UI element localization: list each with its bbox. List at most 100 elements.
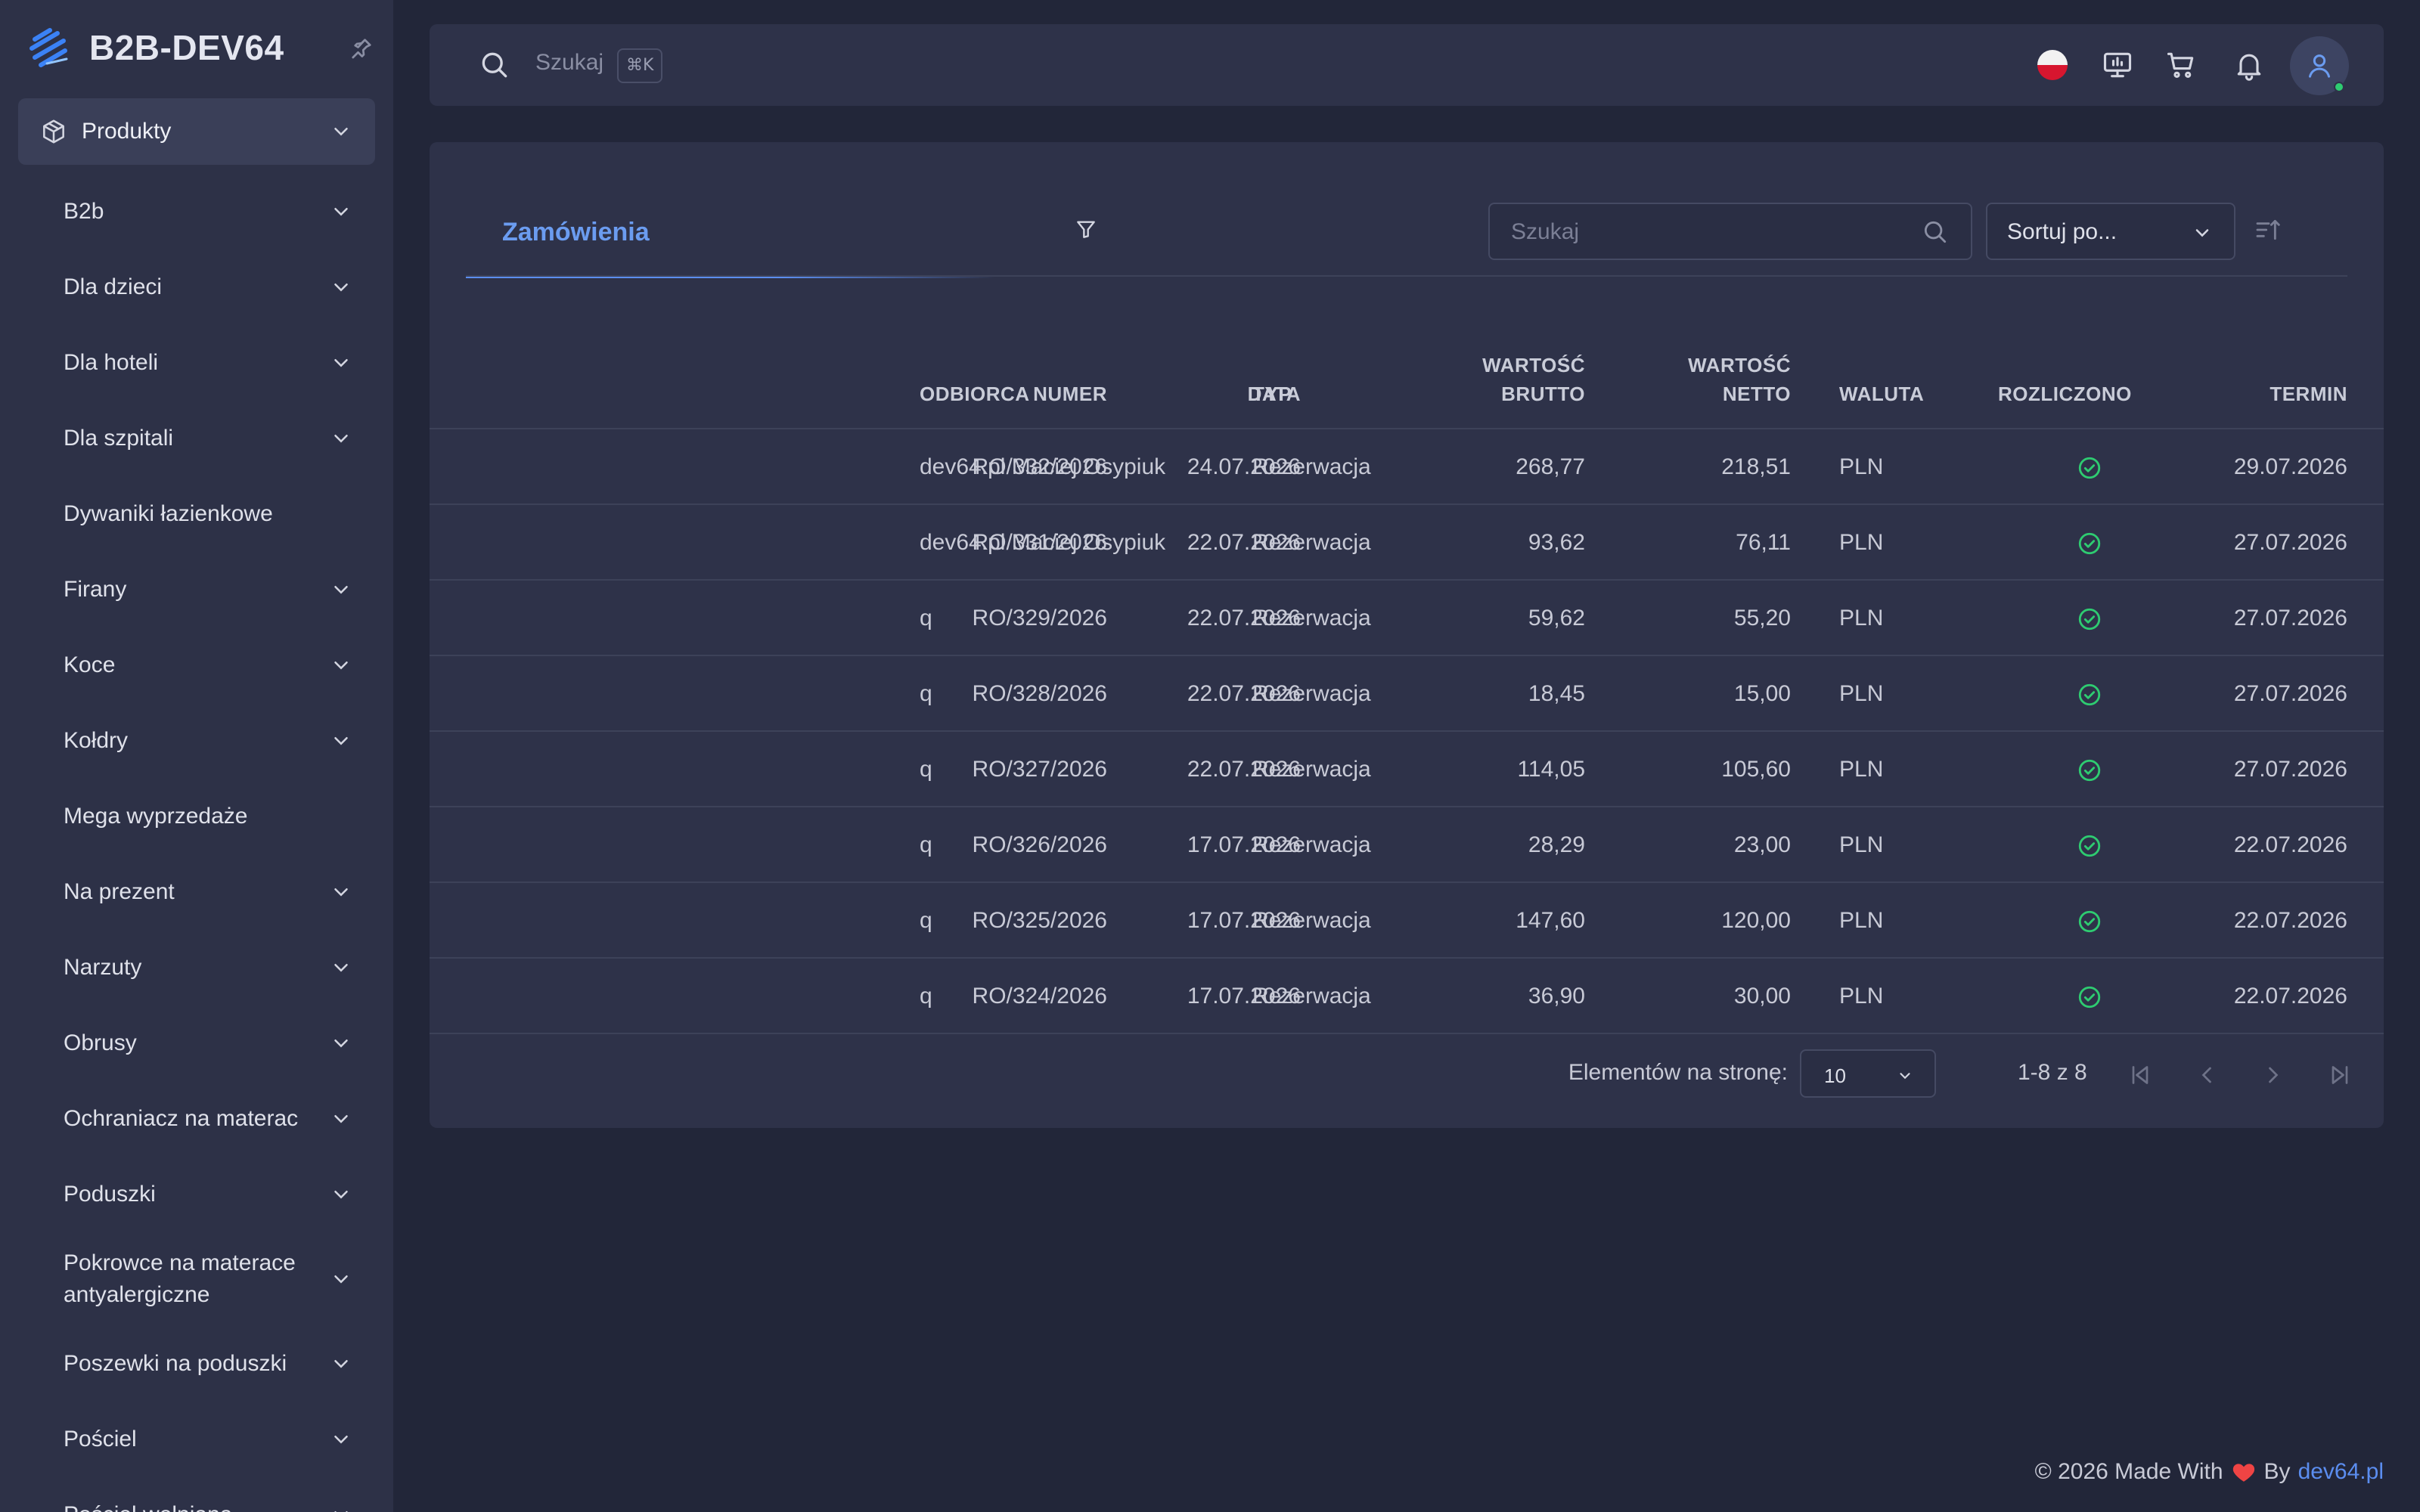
col-header-netto[interactable]: WARTOŚĆ NETTO (1688, 351, 1791, 408)
language-flag-icon[interactable] (2037, 50, 2068, 80)
col-header-odbiorca[interactable]: ODBIORCA (920, 380, 1030, 408)
user-avatar[interactable] (2290, 36, 2349, 95)
cell-brutto: 28,29 (1528, 832, 1585, 857)
monitor-icon[interactable] (2101, 48, 2134, 82)
cell-waluta: PLN (1839, 530, 1884, 555)
sort-direction-icon[interactable] (2254, 215, 2284, 245)
sidebar-item-dla-hoteli[interactable]: Dla hoteli (18, 325, 375, 401)
col-header-typ[interactable]: TYP (1252, 380, 1292, 408)
sidebar-item-label: Kołdry (64, 728, 129, 753)
chevron-down-icon (334, 586, 348, 594)
sidebar-item-produkty[interactable]: Produkty (18, 98, 375, 165)
chevron-down-icon (334, 1040, 348, 1048)
footer-link[interactable]: dev64.pl (2298, 1459, 2384, 1485)
per-page-select[interactable]: 10 (1800, 1049, 1936, 1098)
sidebar-item-dla-szpitali[interactable]: Dla szpitali (18, 401, 375, 476)
cell-typ: Rezerwacja (1252, 454, 1371, 479)
cell-brutto: 59,62 (1528, 606, 1585, 631)
sidebar-item-pokrowce[interactable]: Pokrowce na materace antyalergiczne (18, 1232, 375, 1326)
first-page-icon[interactable] (2127, 1061, 2154, 1089)
cell-numer: RO/327/2026 (972, 757, 1107, 782)
check-circle-icon (2078, 532, 2101, 555)
cell-waluta: PLN (1839, 757, 1884, 782)
sidebar-item-b2b[interactable]: B2b (18, 174, 375, 249)
col-header-rozliczono[interactable]: ROZLICZONO (1998, 380, 2132, 408)
pagination: Elementów na stronę: 10 1-8 z 8 (430, 1034, 2384, 1110)
sidebar-item-label: Dywaniki łazienkowe (64, 501, 273, 526)
sidebar-item-firany[interactable]: Firany (18, 552, 375, 627)
sidebar-item-posciel[interactable]: Pościel (18, 1402, 375, 1477)
global-search-input[interactable]: Szukaj (535, 50, 603, 76)
search-icon[interactable] (478, 48, 511, 82)
cell-odbiorca: q (920, 832, 932, 857)
cell-termin: 27.07.2026 (2233, 530, 2347, 555)
table-row[interactable]: RO/328/2026 22.07.2026 q Rezerwacja 18,45 15,… (430, 656, 2384, 732)
sidebar-item-poszewki[interactable]: Poszewki na poduszki (18, 1326, 375, 1402)
cell-typ: Rezerwacja (1252, 908, 1371, 933)
table-row[interactable]: RO/324/2026 17.07.2026 q Rezerwacja 36,90 30,… (430, 959, 2384, 1034)
sidebar-item-label: Pościel (64, 1427, 137, 1452)
orders-search-input[interactable]: Szukaj (1488, 203, 1972, 260)
table-row[interactable]: RO/331/2026 22.07.2026 dev64.pl Maciej Osy… (430, 505, 2384, 581)
sidebar-item-narzuty[interactable]: Narzuty (18, 930, 375, 1005)
per-page-label: Elementów na stronę: (1568, 1060, 1788, 1085)
per-page-value: 10 (1824, 1064, 1846, 1087)
sidebar-item-label: Dla szpitali (64, 426, 174, 451)
sidebar-item-obrusy[interactable]: Obrusy (18, 1005, 375, 1081)
tab-zamowienia[interactable]: Zamówienia (466, 203, 995, 278)
sidebar-item-koldry[interactable]: Kołdry (18, 703, 375, 779)
cell-waluta: PLN (1839, 908, 1884, 933)
next-page-icon[interactable] (2260, 1061, 2287, 1089)
cell-odbiorca: q (920, 757, 932, 782)
col-header-waluta[interactable]: WALUTA (1839, 380, 1924, 408)
col-header-brutto[interactable]: WARTOŚĆ BRUTTO (1482, 351, 1585, 408)
prev-page-icon[interactable] (2193, 1061, 2220, 1089)
chevron-down-icon (334, 128, 348, 136)
cart-icon[interactable] (2164, 48, 2198, 82)
chevron-down-icon (334, 662, 348, 670)
sidebar-item-dywaniki[interactable]: Dywaniki łazienkowe (18, 476, 375, 552)
cell-odbiorca: q (920, 606, 932, 631)
sidebar-item-poduszki[interactable]: Poduszki (18, 1157, 375, 1232)
sidebar-item-koce[interactable]: Koce (18, 627, 375, 703)
brand[interactable]: B2B-DEV64 (27, 20, 375, 76)
chevron-down-icon (334, 1115, 348, 1123)
last-page-icon[interactable] (2326, 1061, 2353, 1089)
cell-termin: 27.07.2026 (2233, 757, 2347, 782)
tab-label: Zamówienia (502, 218, 650, 246)
sidebar-menu: Produkty B2b Dla dzieci Dla hoteli Dla s… (18, 98, 375, 1512)
sidebar-item-mega-wyprzedaze[interactable]: Mega wyprzedaże (18, 779, 375, 854)
sidebar-item-dla-dzieci[interactable]: Dla dzieci (18, 249, 375, 325)
table-row[interactable]: RO/327/2026 22.07.2026 q Rezerwacja 114,05 10… (430, 732, 2384, 807)
cell-netto: 218,51 (1721, 454, 1791, 479)
filter-icon[interactable] (1074, 217, 1098, 241)
sidebar-item-label: Ochraniacz na materac (64, 1106, 299, 1131)
table-row[interactable]: RO/325/2026 17.07.2026 q Rezerwacja 147,60 12… (430, 883, 2384, 959)
cell-termin: 22.07.2026 (2233, 832, 2347, 857)
cell-termin: 27.07.2026 (2233, 681, 2347, 706)
footer: © 2026 Made With By dev64.pl (2035, 1459, 2384, 1485)
bell-icon[interactable] (2232, 48, 2266, 82)
cell-brutto: 147,60 (1516, 908, 1585, 933)
cell-numer: RO/329/2026 (972, 606, 1107, 631)
sidebar-item-na-prezent[interactable]: Na prezent (18, 854, 375, 930)
package-icon (43, 119, 64, 144)
sidebar-item-posciel-welniana[interactable]: Pościel wełniana (18, 1477, 375, 1512)
col-header-numer[interactable]: NUMER (1033, 380, 1107, 408)
sidebar-item-label: Koce (64, 652, 116, 677)
pin-icon[interactable] (348, 35, 375, 62)
topbar: Szukaj ⌘K (430, 24, 2384, 106)
cell-netto: 55,20 (1733, 606, 1791, 631)
table-row[interactable]: RO/326/2026 17.07.2026 q Rezerwacja 28,29 23,… (430, 807, 2384, 883)
cell-netto: 30,00 (1733, 984, 1791, 1009)
col-header-termin[interactable]: TERMIN (2270, 380, 2347, 408)
table-row[interactable]: RO/332/2026 24.07.2026 dev64.pl Maciej Osy… (430, 429, 2384, 505)
table-row[interactable]: RO/329/2026 22.07.2026 q Rezerwacja 59,62 55,… (430, 581, 2384, 656)
cell-typ: Rezerwacja (1252, 606, 1371, 631)
cell-odbiorca: dev64.pl Maciej Osypiuk (920, 454, 1166, 479)
sidebar-item-label: Narzuty (64, 955, 142, 980)
sidebar-item-label: Firany (64, 577, 127, 602)
chevron-down-icon (334, 1436, 348, 1444)
sort-select[interactable]: Sortuj po... (1986, 203, 2235, 260)
sidebar-item-ochraniacz[interactable]: Ochraniacz na materac (18, 1081, 375, 1157)
